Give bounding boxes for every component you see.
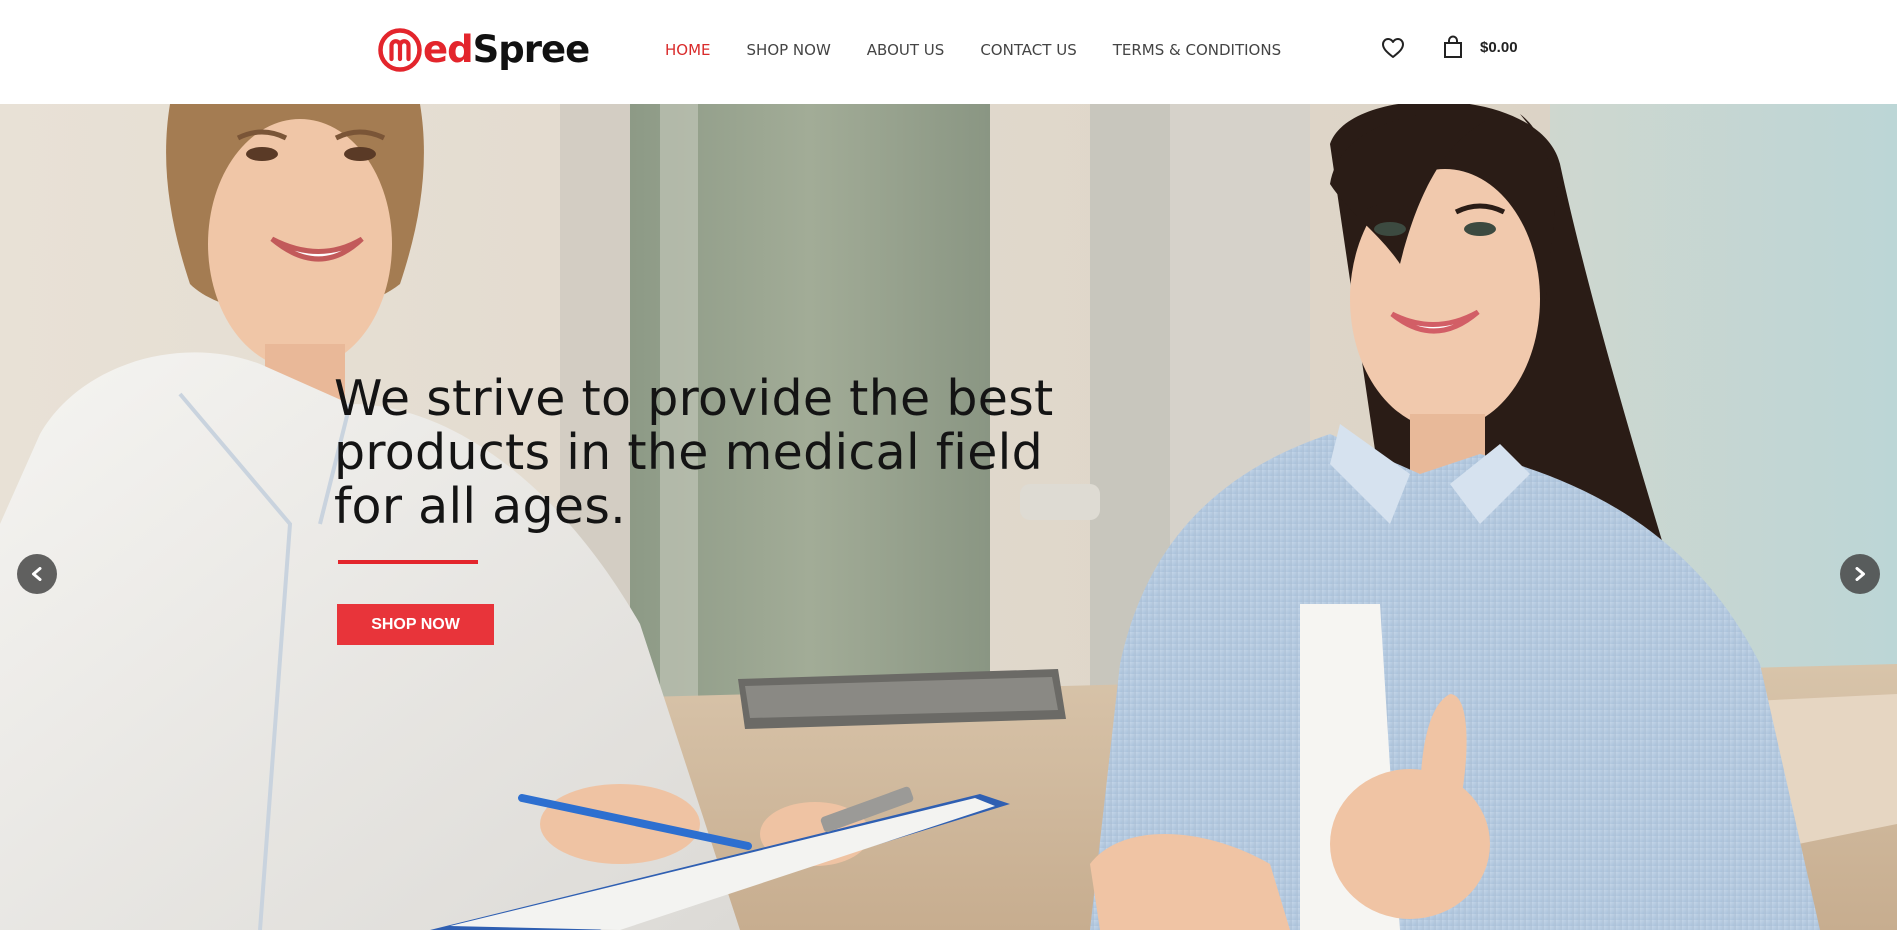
chevron-right-icon: [1855, 567, 1865, 581]
shopping-bag-icon: [1444, 35, 1462, 58]
logo-text-dark: Spree: [472, 28, 591, 71]
main-nav: HOME SHOP NOW ABOUT US CONTACT US TERMS …: [665, 38, 1317, 62]
slider-next-button[interactable]: [1840, 554, 1880, 594]
chevron-left-icon: [32, 567, 42, 581]
hero-slider: We strive to provide the best products i…: [0, 104, 1897, 930]
medspree-logo-icon: [378, 28, 422, 72]
heart-icon[interactable]: [1381, 37, 1405, 59]
hero-divider: [338, 560, 478, 564]
logo-wordmark: edSpree: [423, 28, 591, 72]
nav-contact-us[interactable]: CONTACT US: [980, 38, 1076, 62]
hero-headline: We strive to provide the best products i…: [334, 370, 1054, 535]
nav-home[interactable]: HOME: [665, 38, 711, 62]
cart-total: $0.00: [1480, 38, 1518, 56]
slider-prev-button[interactable]: [17, 554, 57, 594]
nav-shop-now[interactable]: SHOP NOW: [747, 38, 831, 62]
hero-shop-now-button[interactable]: SHOP NOW: [337, 604, 494, 645]
site-header: edSpree HOME SHOP NOW ABOUT US CONTACT U…: [0, 0, 1897, 104]
nav-terms-conditions[interactable]: TERMS & CONDITIONS: [1113, 38, 1281, 62]
cart-button[interactable]: $0.00: [1443, 35, 1518, 59]
nav-about-us[interactable]: ABOUT US: [867, 38, 945, 62]
site-logo[interactable]: edSpree: [378, 26, 591, 74]
logo-text-red: ed: [423, 28, 474, 71]
